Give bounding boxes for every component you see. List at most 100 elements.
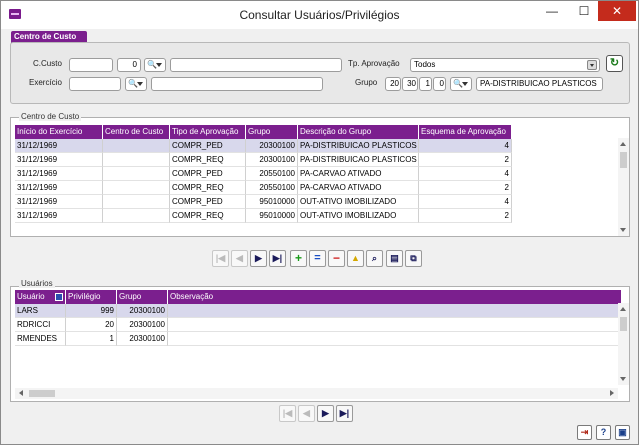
table-row[interactable]: 31/12/1969 COMPR_PED 95010000 OUT-ATIVO … — [15, 195, 512, 209]
first-record-button[interactable]: |◀ — [279, 405, 296, 422]
export-button[interactable]: ⧉ — [405, 250, 422, 267]
table-row[interactable]: LARS 999 20300100 — [15, 304, 622, 318]
prev-record-button[interactable]: ◀ — [231, 250, 248, 267]
sort-icon[interactable] — [55, 293, 63, 301]
equal-button[interactable]: = — [309, 250, 326, 267]
ccusto-desc-input[interactable] — [170, 58, 342, 72]
cell-usuario: RDRICCI — [15, 318, 66, 332]
search-button[interactable]: ⌕ — [366, 250, 383, 267]
column-header-privilegio[interactable]: Privilégio — [66, 290, 117, 304]
scroll-up-icon[interactable] — [620, 307, 626, 311]
ccusto-seq-input[interactable]: 0 — [117, 58, 141, 72]
exercicio-desc-input[interactable] — [151, 77, 323, 91]
info-button[interactable]: ▣ — [615, 425, 630, 440]
chevron-down-icon — [462, 82, 468, 86]
cell-esquema: 2 — [419, 209, 512, 223]
chevron-down-icon — [156, 63, 162, 67]
table-row[interactable]: 31/12/1969 COMPR_REQ 95010000 OUT-ATIVO … — [15, 209, 512, 223]
cell-usuario: RMENDES — [15, 332, 66, 346]
exit-button[interactable]: ⇥ — [577, 425, 592, 440]
scroll-up-icon[interactable] — [620, 142, 626, 146]
cell-descricao: PA-CARVAO ATIVADO — [298, 167, 419, 181]
prev-record-button[interactable]: ◀ — [298, 405, 315, 422]
usuarios-horizontal-scrollbar[interactable] — [15, 388, 618, 399]
table-row[interactable]: 31/12/1969 COMPR_PED 20300100 PA-DISTRIB… — [15, 139, 512, 153]
view-button[interactable]: ▤ — [386, 250, 403, 267]
usuarios-vertical-scrollbar[interactable] — [618, 303, 629, 385]
cell-inicio: 31/12/1969 — [15, 209, 103, 223]
centro-vertical-scrollbar[interactable] — [618, 138, 629, 236]
ccusto-input[interactable] — [69, 58, 113, 72]
add-button[interactable]: + — [290, 250, 307, 267]
cell-centro-custo — [103, 209, 170, 223]
table-row[interactable]: 31/12/1969 COMPR_REQ 20550100 PA-CARVAO … — [15, 181, 512, 195]
maximize-button[interactable]: ☐ — [567, 1, 601, 21]
filter-panel — [10, 42, 630, 104]
column-header-descricao[interactable]: Descrição do Grupo — [298, 125, 419, 139]
exercicio-lookup-button[interactable]: 🔍 — [125, 77, 147, 91]
scroll-thumb[interactable] — [29, 390, 55, 397]
column-header-usuario-label: Usuário — [17, 292, 45, 301]
refresh-icon: ↻ — [609, 57, 620, 69]
grupo-part-2-input[interactable]: 30 — [402, 77, 418, 91]
cell-tipo-aprovacao: COMPR_PED — [170, 195, 246, 209]
help-icon: ? — [600, 427, 607, 437]
next-record-button[interactable]: ▶ — [250, 250, 267, 267]
tp-aprovacao-select[interactable]: Todos — [410, 58, 600, 72]
move-up-button[interactable]: ▲ — [347, 250, 364, 267]
column-header-grupo[interactable]: Grupo — [246, 125, 298, 139]
cell-grupo: 20300100 — [246, 153, 298, 167]
scroll-down-icon[interactable] — [620, 228, 626, 232]
cell-centro-custo — [103, 181, 170, 195]
refresh-button[interactable]: ↻ — [606, 55, 623, 72]
grupo-desc-input[interactable]: PA-DISTRIBUICAO PLASTICOS — [476, 77, 603, 91]
chevron-down-icon — [587, 60, 597, 70]
column-header-grupo[interactable]: Grupo — [117, 290, 168, 304]
cell-grupo: 20550100 — [246, 167, 298, 181]
remove-button[interactable]: − — [328, 250, 345, 267]
help-button[interactable]: ? — [596, 425, 611, 440]
cell-grupo: 20300100 — [117, 304, 168, 318]
column-header-inicio[interactable]: Início do Exercício — [15, 125, 103, 139]
column-header-usuario[interactable]: Usuário — [15, 290, 66, 304]
cell-descricao: PA-DISTRIBUICAO PLASTICOS — [298, 153, 419, 167]
cell-tipo-aprovacao: COMPR_REQ — [170, 153, 246, 167]
grupo-part-1-input[interactable]: 20 — [385, 77, 401, 91]
cell-inicio: 31/12/1969 — [15, 195, 103, 209]
info-icon: ▣ — [618, 427, 627, 437]
cell-esquema: 4 — [419, 167, 512, 181]
table-row[interactable]: RMENDES 1 20300100 — [15, 332, 622, 346]
last-record-button[interactable]: ▶| — [269, 250, 286, 267]
scroll-left-icon[interactable] — [19, 390, 23, 396]
scroll-down-icon[interactable] — [620, 377, 626, 381]
scroll-thumb[interactable] — [620, 317, 627, 331]
table-row[interactable]: 31/12/1969 COMPR_REQ 20300100 PA-DISTRIB… — [15, 153, 512, 167]
centro-grid: Início do Exercício Centro de Custo Tipo… — [10, 117, 630, 237]
table-row[interactable]: 31/12/1969 COMPR_PED 20550100 PA-CARVAO … — [15, 167, 512, 181]
cell-tipo-aprovacao: COMPR_PED — [170, 167, 246, 181]
exercicio-label: Exercício — [29, 78, 62, 87]
grupo-part-4-input[interactable]: 0 — [433, 77, 446, 91]
ccusto-lookup-button[interactable]: 🔍 — [144, 58, 166, 72]
grupo-lookup-button[interactable]: 🔍 — [450, 77, 472, 91]
close-button[interactable]: ✕ — [598, 1, 636, 21]
last-record-button[interactable]: ▶| — [336, 405, 353, 422]
minimize-button[interactable]: — — [535, 1, 569, 21]
column-header-esquema[interactable]: Esquema de Aprovação — [419, 125, 512, 139]
cell-tipo-aprovacao: COMPR_REQ — [170, 181, 246, 195]
first-record-button[interactable]: |◀ — [212, 250, 229, 267]
scroll-thumb[interactable] — [620, 152, 627, 168]
cell-inicio: 31/12/1969 — [15, 153, 103, 167]
main-window: Consultar Usuários/Privilégios — ☐ ✕ Cen… — [0, 0, 639, 445]
cell-esquema: 4 — [419, 139, 512, 153]
tp-aprovacao-value: Todos — [414, 60, 436, 69]
scroll-right-icon[interactable] — [610, 390, 614, 396]
table-row[interactable]: RDRICCI 20 20300100 — [15, 318, 622, 332]
exercicio-input[interactable] — [69, 77, 121, 91]
cell-grupo: 20550100 — [246, 181, 298, 195]
column-header-observacao[interactable]: Observação — [168, 290, 622, 304]
column-header-centro-custo[interactable]: Centro de Custo — [103, 125, 170, 139]
grupo-part-3-input[interactable]: 1 — [419, 77, 432, 91]
column-header-tipo-aprovacao[interactable]: Tipo de Aprovação — [170, 125, 246, 139]
next-record-button[interactable]: ▶ — [317, 405, 334, 422]
